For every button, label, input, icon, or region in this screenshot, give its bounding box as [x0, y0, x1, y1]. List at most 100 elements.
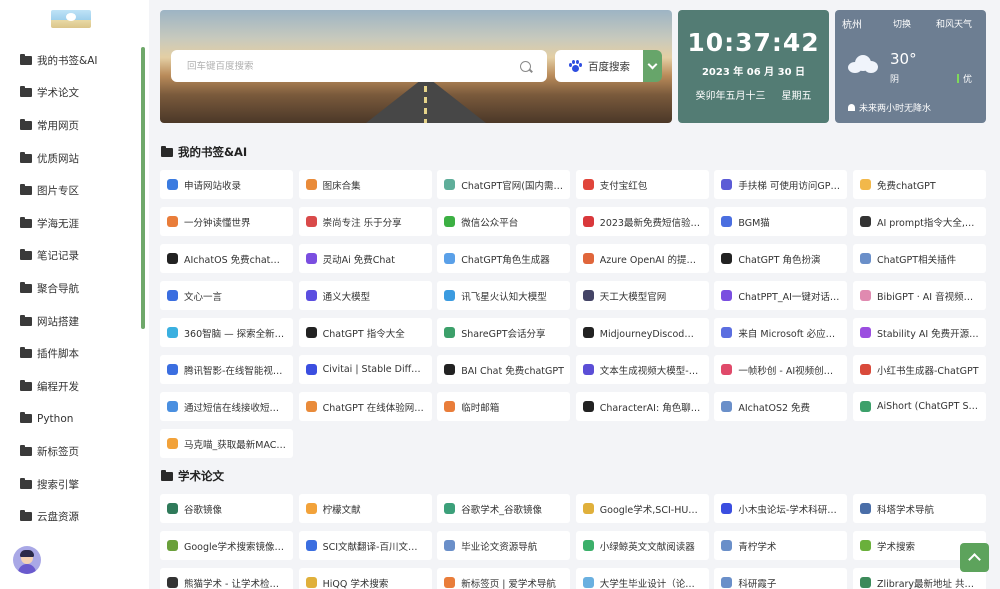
bookmark-card[interactable]: 一帧秒创 - AI视频创作… — [714, 355, 848, 384]
bookmark-card[interactable]: ShareGPT会话分享 — [437, 318, 571, 347]
bookmark-card[interactable]: 青柠学术 — [714, 531, 848, 560]
search-engine-button[interactable]: 百度搜索 — [555, 50, 643, 82]
site-favicon-icon — [582, 577, 594, 588]
bookmark-card[interactable]: 新标签页 | 爱学术导航 — [437, 568, 571, 589]
bookmark-card-label: ChatGPT 角色扮演 — [738, 254, 821, 266]
bookmark-card[interactable]: 科研霞子 — [714, 568, 848, 589]
sidebar-item[interactable]: 搜索引擎 — [0, 468, 140, 501]
bookmark-card[interactable]: 崇尚专注 乐于分享 — [298, 207, 432, 236]
bookmark-card[interactable]: 2023最新免费短信验… — [575, 207, 709, 236]
bookmark-card[interactable]: 毕业论文资源导航 — [437, 531, 571, 560]
bookmark-card[interactable]: 临时邮箱 — [437, 392, 571, 421]
site-favicon-icon — [444, 364, 456, 375]
bookmark-card[interactable]: 360智脑 — 探索全新… — [160, 318, 293, 347]
sidebar-item[interactable]: 聚合导航 — [0, 272, 140, 305]
bookmark-card[interactable]: AiShort (ChatGPT S… — [852, 392, 986, 421]
bookmark-card[interactable]: Google学术搜索镜像… — [160, 531, 293, 560]
bookmark-card[interactable]: 灵动Ai 免费Chat — [298, 244, 432, 273]
sidebar-item[interactable]: 优质网站 — [0, 142, 140, 175]
sidebar-item[interactable]: 图片专区 — [0, 174, 140, 207]
bookmark-card[interactable]: Azure OpenAI 的提示… — [575, 244, 709, 273]
bookmark-card[interactable]: 文本生成视频大模型-… — [575, 355, 709, 384]
bookmark-card-label: 来自 Microsoft 必应… — [738, 328, 836, 340]
bookmark-card[interactable]: Google学术,SCI-HUB… — [575, 494, 709, 523]
bookmark-card[interactable]: SCI文献翻译-百川文… — [298, 531, 432, 560]
sidebar-scrollbar[interactable] — [141, 47, 145, 329]
bookmark-card[interactable]: MidjourneyDiscod旗… — [575, 318, 709, 347]
bookmark-card[interactable]: 免费chatGPT — [852, 170, 986, 199]
bookmark-card[interactable]: 图床合集 — [298, 170, 432, 199]
sidebar-item[interactable]: 插件脚本 — [0, 337, 140, 370]
site-favicon-icon — [582, 253, 594, 264]
search-engine-dropdown[interactable] — [643, 50, 662, 82]
sidebar-item[interactable]: 网站搭建 — [0, 305, 140, 338]
bookmark-card[interactable]: 熊猫学术 - 让学术检索… — [160, 568, 293, 589]
bookmark-card[interactable]: 微信公众平台 — [437, 207, 571, 236]
weather-provider[interactable]: 和风天气 — [936, 17, 972, 30]
sidebar-item-label: 网站搭建 — [37, 315, 79, 328]
bookmark-card[interactable]: 来自 Microsoft 必应… — [714, 318, 848, 347]
bookmark-card[interactable]: 文心一言 — [160, 281, 293, 310]
bookmark-card[interactable]: ChatGPT相关插件 — [852, 244, 986, 273]
bookmark-card[interactable]: ChatGPT 在线体验网… — [298, 392, 432, 421]
sidebar-item[interactable]: 编程开发 — [0, 370, 140, 403]
bookmark-card[interactable]: ChatGPT角色生成器 — [437, 244, 571, 273]
bookmark-card[interactable]: AIchatOS 免费chatGPT — [160, 244, 293, 273]
bookmark-card[interactable]: 通过短信在线接收短… — [160, 392, 293, 421]
bookmark-card-label: AIchatOS 免费chatGPT — [184, 254, 287, 266]
site-favicon-icon — [444, 503, 456, 514]
bookmark-card[interactable]: 谷歌镜像 — [160, 494, 293, 523]
search-icon[interactable] — [520, 60, 531, 72]
sidebar-item[interactable]: 学海无涯 — [0, 207, 140, 240]
bookmark-card[interactable]: AIchatOS2 免费 — [714, 392, 848, 421]
bookmark-card[interactable]: 腾讯智影-在线智能视… — [160, 355, 293, 384]
bookmark-card[interactable]: Stability AI 免费开源… — [852, 318, 986, 347]
bookmark-card[interactable]: 一分钟读懂世界 — [160, 207, 293, 236]
bookmark-card[interactable]: AI prompt指令大全,… — [852, 207, 986, 236]
bookmark-card[interactable]: CharacterAI: 角色聊… — [575, 392, 709, 421]
search-box — [171, 50, 547, 82]
bookmark-card[interactable]: 申请网站收录 — [160, 170, 293, 199]
sidebar-item[interactable]: 我的书签&AI — [0, 44, 140, 77]
bookmark-card[interactable]: 柠檬文献 — [298, 494, 432, 523]
folder-icon — [20, 412, 32, 424]
bookmark-card[interactable]: BibiGPT · AI 音视频… — [852, 281, 986, 310]
site-logo[interactable] — [51, 10, 91, 28]
bookmark-card[interactable]: 大学生毕业设计（论… — [575, 568, 709, 589]
site-favicon-icon — [859, 401, 871, 412]
sidebar-item[interactable]: 常用网页 — [0, 109, 140, 142]
bookmark-card[interactable]: ChatGPT 指令大全 — [298, 318, 432, 347]
weather-switch-link[interactable]: 切换 — [893, 17, 911, 30]
bookmark-card[interactable]: ChatGPT 角色扮演 — [714, 244, 848, 273]
bookmark-card[interactable]: 手扶梯 可使用访问GP… — [714, 170, 848, 199]
sidebar-item[interactable]: 学术论文 — [0, 77, 140, 110]
bookmark-card[interactable]: 讯飞星火认知大模型 — [437, 281, 571, 310]
sidebar-item[interactable]: 笔记记录 — [0, 240, 140, 273]
back-to-top-button[interactable] — [960, 543, 989, 572]
bookmark-card[interactable]: Civitai | Stable Diffu… — [298, 355, 432, 384]
bookmark-card[interactable]: 谷歌学术_谷歌镜像 — [437, 494, 571, 523]
bookmark-card[interactable]: BAI Chat 免费chatGPT — [437, 355, 571, 384]
bookmark-card[interactable]: ChatGPT官网(国内需… — [437, 170, 571, 199]
bookmark-card[interactable]: HiQQ 学术搜索 — [298, 568, 432, 589]
bookmark-card[interactable]: 小木虫论坛-学术科研… — [714, 494, 848, 523]
site-favicon-icon — [721, 540, 733, 551]
search-input[interactable] — [187, 60, 520, 72]
bookmark-card[interactable]: 天工大模型官网 — [575, 281, 709, 310]
sidebar-item[interactable]: 云盘资源 — [0, 500, 140, 533]
sidebar-item[interactable]: 新标签页 — [0, 435, 140, 468]
site-favicon-icon — [721, 253, 733, 264]
sidebar-item[interactable]: Python — [0, 403, 140, 436]
site-favicon-icon — [444, 327, 456, 338]
bookmark-card[interactable]: 支付宝红包 — [575, 170, 709, 199]
bookmark-card[interactable]: 马克喵_获取最新MAC… — [160, 429, 293, 458]
user-avatar[interactable] — [13, 546, 41, 574]
bookmark-card[interactable]: 小绿鲸英文文献阅读器 — [575, 531, 709, 560]
sidebar-item-label: 学海无涯 — [37, 217, 79, 230]
site-favicon-icon — [444, 401, 456, 412]
bookmark-card[interactable]: 科塔学术导航 — [852, 494, 986, 523]
bookmark-card[interactable]: 通义大模型 — [298, 281, 432, 310]
bookmark-card[interactable]: ChatPPT_AI一键对话… — [714, 281, 848, 310]
bookmark-card[interactable]: 小红书生成器-ChatGPT — [852, 355, 986, 384]
bookmark-card[interactable]: BGM猫 — [714, 207, 848, 236]
